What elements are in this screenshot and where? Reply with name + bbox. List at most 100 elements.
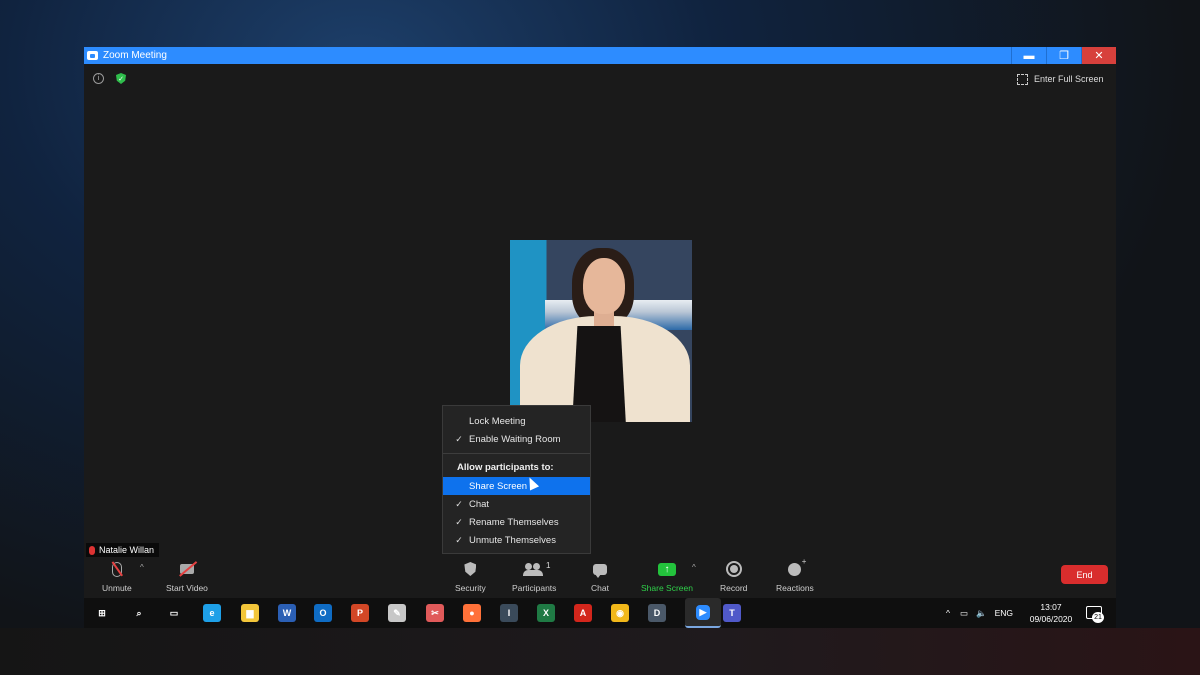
- info-icon[interactable]: i: [93, 73, 104, 84]
- menu-item-enable-waiting-room[interactable]: ✓ Enable Waiting Room: [443, 430, 590, 448]
- windows-start-icon-glyph: ⊞: [98, 607, 106, 618]
- title-bar: Zoom Meeting ▬ ❐ ✕: [84, 47, 1116, 64]
- window-controls: ▬ ❐ ✕: [1011, 47, 1116, 64]
- menu-item-lock-meeting[interactable]: Lock Meeting: [443, 412, 590, 430]
- language-indicator[interactable]: ENG: [995, 608, 1013, 618]
- powerpoint-icon[interactable]: P: [351, 604, 369, 622]
- full-screen-icon: [1017, 73, 1028, 85]
- search-icon[interactable]: ⌕: [130, 604, 148, 622]
- full-screen-label: Enter Full Screen: [1034, 74, 1104, 84]
- unmute-label: Unmute: [102, 583, 132, 593]
- network-icon[interactable]: ▭: [960, 608, 968, 619]
- menu-item-label: Rename Themselves: [469, 516, 559, 528]
- encryption-shield-icon[interactable]: ✓: [116, 73, 126, 84]
- paint-icon-glyph: ✎: [393, 607, 401, 618]
- zoom-icon-glyph: ▶: [695, 604, 711, 620]
- chrome-icon[interactable]: ◉: [611, 604, 629, 622]
- participants-label: Participants: [512, 583, 557, 593]
- restore-button[interactable]: ❐: [1046, 47, 1081, 64]
- iris-app-icon[interactable]: I: [500, 604, 518, 622]
- allow-participants-header: Allow participants to:: [457, 462, 554, 473]
- close-button[interactable]: ✕: [1081, 47, 1116, 64]
- reactions-emoji-icon: [788, 557, 806, 576]
- task-view-icon[interactable]: ▭: [165, 604, 183, 622]
- zoom-icon[interactable]: ▶: [685, 598, 721, 628]
- security-menu: Lock Meeting ✓ Enable Waiting Room Allow…: [442, 405, 591, 554]
- check-icon: ✓: [455, 498, 463, 509]
- muted-mic-icon: [89, 545, 95, 555]
- tray-chevron-icon[interactable]: ^: [946, 608, 950, 618]
- audio-options-caret[interactable]: ^: [140, 563, 144, 572]
- file-explorer-icon-glyph: ▆: [246, 607, 254, 618]
- powerpoint-icon-glyph: P: [356, 608, 363, 618]
- unmute-button[interactable]: Unmute: [102, 559, 132, 593]
- share-screen-icon: ↑: [657, 562, 676, 576]
- menu-item-label: Lock Meeting: [469, 415, 526, 427]
- system-tray: ^ ▭ 🔈 ENG: [946, 598, 1013, 628]
- reactions-button[interactable]: Reactions: [776, 557, 814, 594]
- window-title: Zoom Meeting: [103, 50, 167, 61]
- volume-icon[interactable]: 🔈: [976, 608, 987, 619]
- check-icon: ✓: [455, 534, 463, 545]
- video-off-icon: [179, 564, 194, 574]
- paint-icon[interactable]: ✎: [388, 604, 406, 622]
- menu-item-label: Enable Waiting Room: [469, 433, 561, 445]
- snipping-tool-icon[interactable]: ✂: [426, 604, 444, 622]
- minimize-button[interactable]: ▬: [1011, 47, 1046, 64]
- word-icon-glyph: W: [282, 608, 292, 618]
- teams-icon-glyph: T: [729, 608, 735, 618]
- acrobat-icon[interactable]: A: [574, 604, 592, 622]
- windows-start-icon[interactable]: ⊞: [93, 604, 111, 622]
- enter-full-screen-button[interactable]: Enter Full Screen: [1017, 70, 1113, 88]
- participant-name: Natalie Willan: [99, 545, 155, 555]
- clock-time: 13:07: [1040, 602, 1062, 612]
- end-meeting-button[interactable]: End: [1061, 565, 1108, 584]
- participant-name-tag: Natalie Willan: [86, 543, 160, 557]
- participants-button[interactable]: 1 Participants: [512, 559, 556, 593]
- start-video-button[interactable]: Start Video: [166, 559, 208, 593]
- participant-face: [583, 258, 625, 314]
- meeting-info-icons: i ✓: [93, 73, 126, 84]
- taskbar-clock[interactable]: 13:07 09/06/2020: [1028, 601, 1074, 625]
- chat-button[interactable]: Chat: [591, 559, 609, 593]
- notifications-count: 21: [1092, 612, 1104, 623]
- security-label: Security: [455, 583, 486, 593]
- chat-label: Chat: [591, 583, 609, 593]
- firefox-icon[interactable]: ●: [463, 604, 481, 622]
- iris-d-icon-glyph: D: [653, 608, 661, 618]
- menu-item-label: Unmute Themselves: [469, 534, 556, 546]
- file-explorer-icon[interactable]: ▆: [241, 604, 259, 622]
- iris-d-icon[interactable]: D: [648, 604, 666, 622]
- acrobat-icon-glyph: A: [579, 608, 587, 618]
- participant-video: [510, 240, 692, 422]
- excel-icon[interactable]: X: [537, 604, 555, 622]
- participants-count: 1: [546, 561, 551, 570]
- shield-icon: [464, 562, 477, 576]
- menu-item-chat[interactable]: ✓ Chat: [443, 495, 590, 513]
- record-button[interactable]: Record: [720, 559, 747, 593]
- menu-item-label: Chat: [469, 498, 490, 510]
- outlook-icon[interactable]: O: [314, 604, 332, 622]
- reactions-label: Reactions: [776, 583, 814, 593]
- share-options-caret[interactable]: ^: [692, 563, 696, 572]
- share-screen-button[interactable]: ↑ Share Screen: [641, 559, 693, 593]
- record-label: Record: [720, 583, 748, 593]
- menu-divider: [443, 453, 590, 454]
- snipping-tool-icon-glyph: ✂: [431, 607, 439, 618]
- check-icon: ✓: [455, 516, 463, 527]
- menu-item-unmute-themselves[interactable]: ✓ Unmute Themselves: [443, 531, 590, 549]
- windows-taskbar: ⊞ ⌕ ▭ e ▆ W O P ✎ ✂ ● I X A ◉ D ▶ T ^ ▭ 🔈 ENG 13:07 09/06…: [84, 598, 1116, 628]
- clock-date: 09/06/2020: [1029, 614, 1073, 624]
- participants-icon: [523, 563, 544, 576]
- internet-explorer-icon[interactable]: e: [203, 604, 221, 622]
- security-button[interactable]: Security: [455, 559, 486, 593]
- check-icon: ✓: [455, 433, 463, 444]
- menu-item-rename-themselves[interactable]: ✓ Rename Themselves: [443, 513, 590, 531]
- menu-item-share-screen[interactable]: Share Screen: [443, 477, 590, 495]
- word-icon[interactable]: W: [278, 604, 296, 622]
- chat-bubble-icon: [592, 563, 607, 578]
- zoom-logo-icon: [87, 51, 98, 60]
- menu-item-label: Share Screen: [469, 480, 528, 492]
- teams-icon[interactable]: T: [723, 604, 741, 622]
- internet-explorer-icon-glyph: e: [209, 608, 215, 618]
